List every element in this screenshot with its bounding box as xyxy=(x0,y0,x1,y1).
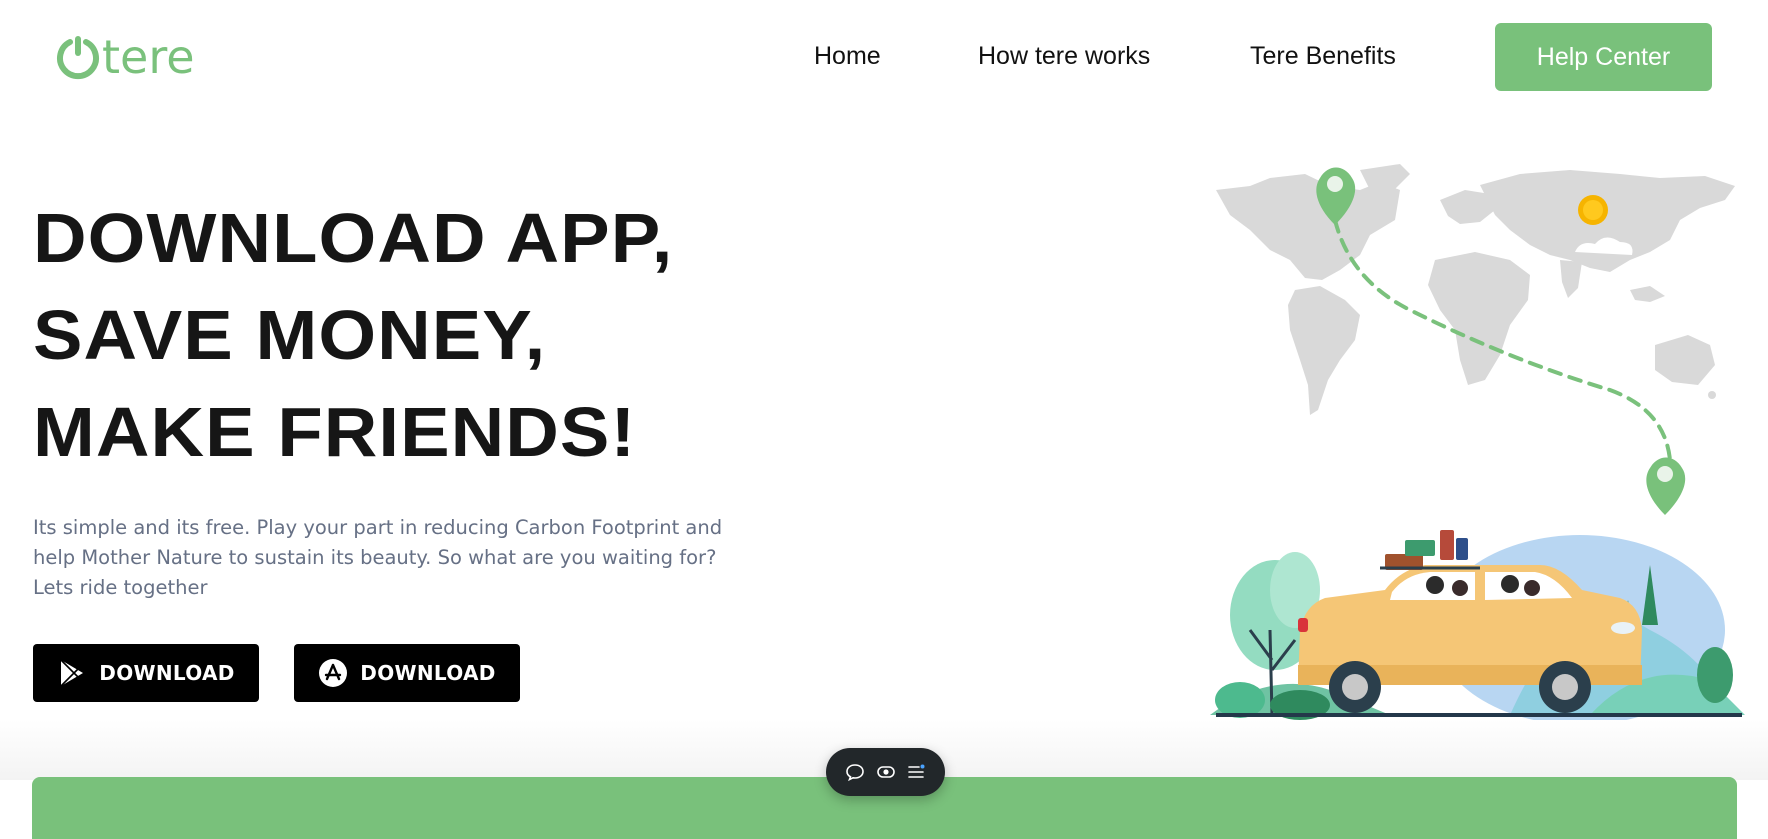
end-location-pin-icon xyxy=(1646,457,1686,515)
google-play-download-button[interactable]: DOWNLOAD xyxy=(33,644,259,702)
help-center-button[interactable]: Help Center xyxy=(1495,23,1712,91)
toggle-view-icon[interactable] xyxy=(876,762,896,782)
hero-line-2: SAVE MONEY, xyxy=(33,296,547,374)
app-store-icon xyxy=(319,659,348,687)
menu-icon[interactable] xyxy=(906,762,926,782)
chat-bubble-icon[interactable] xyxy=(845,762,865,782)
nav-home[interactable]: Home xyxy=(814,42,881,71)
nav-how-tere-works[interactable]: How tere works xyxy=(978,42,1150,71)
hero-description: Its simple and its free. Play your part … xyxy=(33,516,723,599)
app-store-download-label: DOWNLOAD xyxy=(360,661,496,685)
app-store-download-button[interactable]: DOWNLOAD xyxy=(294,644,520,702)
world-map xyxy=(1216,164,1735,415)
google-play-icon xyxy=(60,659,84,687)
floating-toolbar xyxy=(826,748,945,796)
hero-line-1: DOWNLOAD APP, xyxy=(33,199,674,277)
sun-icon xyxy=(1578,195,1608,225)
nav-tere-benefits[interactable]: Tere Benefits xyxy=(1250,42,1396,71)
hero-headline: DOWNLOAD APP, SAVE MONEY, MAKE FRIENDS! xyxy=(33,190,793,481)
hero-line-3: MAKE FRIENDS! xyxy=(33,393,637,471)
travel-illustration xyxy=(1210,164,1745,720)
google-play-download-label: DOWNLOAD xyxy=(99,661,235,685)
